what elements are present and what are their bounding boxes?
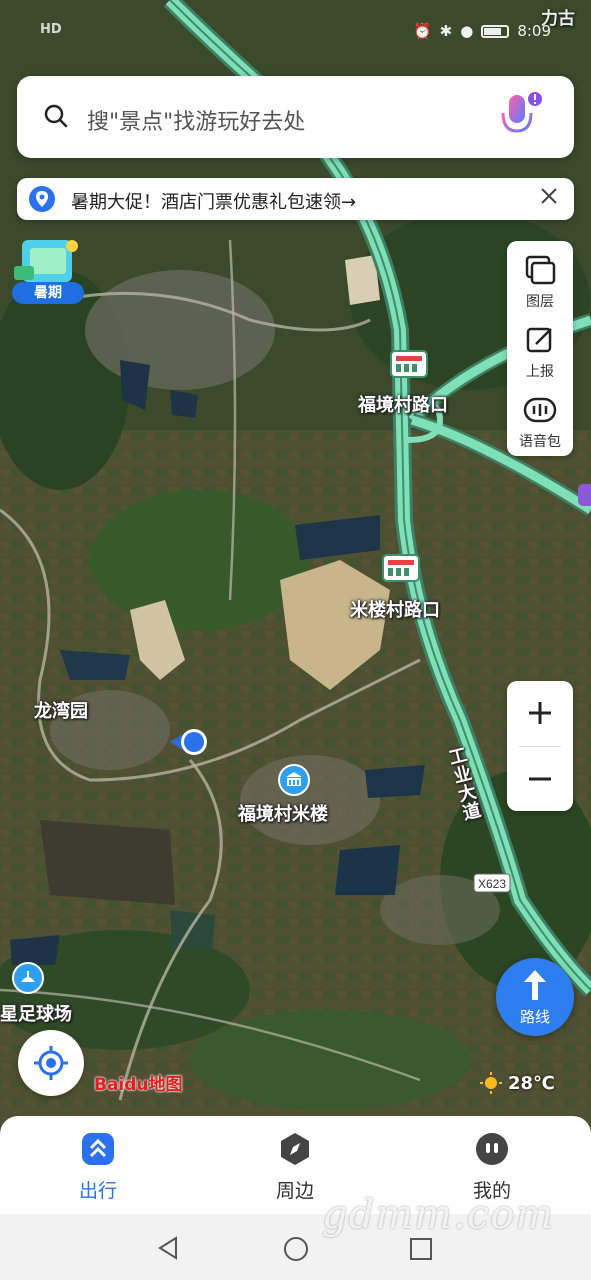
recents-icon[interactable]: [409, 1237, 433, 1261]
watermark: gdmm.com: [322, 1192, 555, 1238]
toll-station-icon[interactable]: [382, 554, 420, 582]
zoom-control: [507, 681, 573, 811]
tab-travel-label: 出行: [78, 1180, 117, 1202]
route-arrow-icon: [524, 970, 546, 1000]
route-label: 路线: [519, 1008, 550, 1026]
voice-pack-button[interactable]: 语音包: [507, 385, 573, 455]
voice-pack-icon: [523, 397, 557, 423]
layers-icon: [525, 255, 556, 285]
route-button[interactable]: 路线: [496, 958, 574, 1036]
temperature: 28℃: [508, 1072, 555, 1094]
compass-icon: [281, 1133, 309, 1165]
search-icon: [44, 104, 68, 128]
report-icon: [526, 327, 552, 353]
map-label-toll-1[interactable]: 福境村路口: [358, 391, 448, 417]
poi-building-icon[interactable]: [278, 764, 310, 796]
promo-text[interactable]: 暑期大促！酒店门票优惠礼包速领→: [71, 188, 356, 214]
home-icon[interactable]: [283, 1236, 309, 1262]
current-location-icon: [170, 729, 207, 755]
report-label: 上报: [526, 364, 554, 380]
map-label-village[interactable]: 龙湾园: [34, 697, 88, 723]
voice-pack-label: 语音包: [519, 434, 561, 450]
summer-badge-label: 暑期: [12, 282, 84, 304]
weather-widget[interactable]: 28℃: [480, 1072, 555, 1094]
location-status-icon: ●: [460, 22, 474, 40]
summer-promo-badge[interactable]: 暑期: [10, 236, 86, 306]
map-tools-panel: 图层 上报 语音包: [507, 241, 573, 456]
crosshair-icon: [34, 1046, 68, 1080]
status-network: HD: [40, 22, 62, 37]
search-bar[interactable]: 搜"景点"找游玩好去处: [17, 76, 574, 158]
layers-label: 图层: [526, 294, 554, 310]
layers-button[interactable]: 图层: [507, 245, 573, 315]
zoom-out-button[interactable]: [507, 747, 573, 811]
locate-me-button[interactable]: [18, 1030, 84, 1096]
road-code-label: X623: [478, 877, 506, 891]
sun-icon: [480, 1072, 502, 1094]
voice-input-icon[interactable]: [494, 91, 544, 143]
baidu-map-logo: Baidu地图: [94, 1075, 183, 1095]
alarm-icon: ⏰: [412, 22, 432, 40]
map-label-toll-2[interactable]: 米楼村路口: [350, 596, 440, 622]
bluetooth-icon: ✱: [439, 22, 453, 40]
location-pin-icon: [29, 186, 55, 212]
promo-banner[interactable]: 暑期大促！酒店门票优惠礼包速领→: [17, 178, 574, 220]
status-bar: HD ⏰ ✱ ● 8:09: [0, 18, 591, 48]
report-button[interactable]: 上报: [507, 315, 573, 385]
close-icon[interactable]: [540, 187, 558, 205]
toll-station-icon[interactable]: [390, 350, 428, 378]
map-label-poi[interactable]: 福境村米楼: [238, 800, 328, 826]
tab-travel[interactable]: 出行: [48, 1132, 148, 1202]
status-time: 8:09: [517, 22, 551, 40]
profile-icon: [476, 1133, 508, 1165]
gift-icon: [14, 240, 78, 282]
back-icon[interactable]: [156, 1236, 180, 1260]
zoom-in-button[interactable]: [507, 681, 573, 745]
travel-icon: [82, 1133, 114, 1165]
stadium-poi-icon[interactable]: [12, 962, 44, 994]
map-label-stadium[interactable]: 星足球场: [0, 1000, 72, 1026]
battery-icon: [481, 24, 510, 38]
search-placeholder[interactable]: 搜"景点"找游玩好去处: [87, 104, 305, 136]
